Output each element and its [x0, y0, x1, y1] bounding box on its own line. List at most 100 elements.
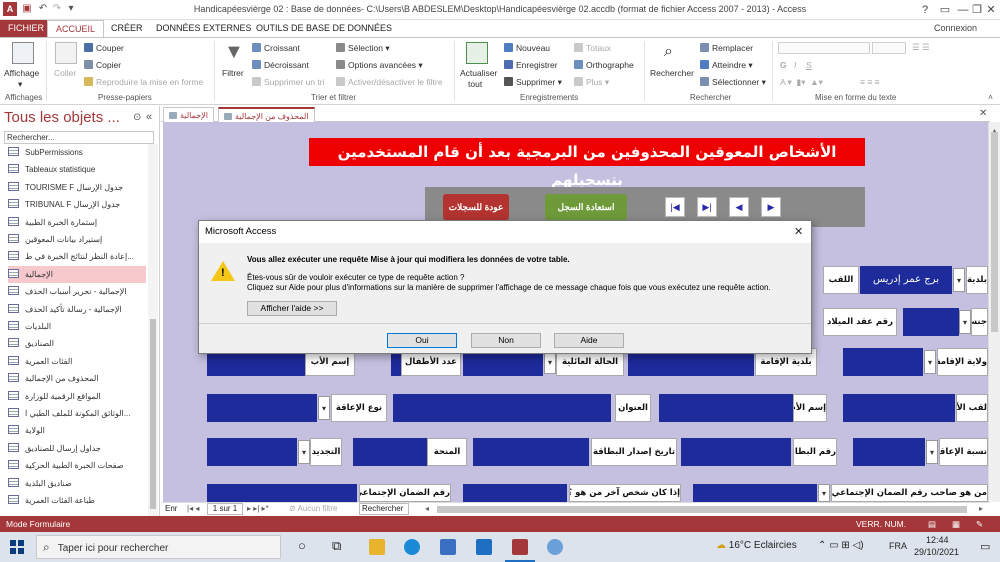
couper-button[interactable]: Couper: [84, 43, 124, 53]
laqab-umm-field[interactable]: [843, 394, 955, 422]
nav-item[interactable]: Tableaux statistique: [8, 161, 146, 178]
tajdid-field[interactable]: [207, 438, 297, 466]
non-button[interactable]: Non: [471, 333, 541, 348]
weather-widget[interactable]: ☁ 16°C Eclaircies: [716, 540, 797, 551]
minha-field[interactable]: [353, 438, 431, 466]
nav-item[interactable]: إستيراد بيانات المعوقين: [8, 231, 146, 248]
jins-dropdown[interactable]: ▾: [959, 310, 971, 334]
next-record-nav-icon[interactable]: ▸ ▸| ▸*: [247, 504, 269, 513]
back-to-records-button[interactable]: عودة للسجلات: [443, 194, 509, 220]
show-help-button[interactable]: Afficher l'aide >>: [247, 301, 337, 316]
tab-donnees-externes[interactable]: DONNÉES EXTERNES: [148, 20, 260, 37]
nav-title[interactable]: Tous les objets ...: [4, 109, 120, 126]
reproduire-button[interactable]: Reproduire la mise en forme: [84, 77, 203, 87]
nav-item[interactable]: طباعة الفئات العمرية: [8, 492, 146, 509]
hscroll-left-icon[interactable]: ◂: [425, 504, 429, 513]
tajdid-dropdown[interactable]: ▾: [298, 440, 310, 464]
nav-item[interactable]: البلديات: [8, 318, 146, 335]
decroissant-button[interactable]: Décroissant: [252, 60, 309, 70]
restore-record-button[interactable]: استعادة السجل: [545, 194, 627, 220]
sahib-dropdown[interactable]: ▾: [818, 484, 830, 502]
tarikh-field[interactable]: [473, 438, 589, 466]
horizontal-scrollbar[interactable]: [437, 506, 967, 513]
edge-icon[interactable]: [404, 539, 420, 555]
nav-item[interactable]: الفئات العمرية: [8, 353, 146, 370]
unwan-field[interactable]: [393, 394, 611, 422]
shakhs-akhar-field[interactable]: [463, 484, 567, 502]
bullets-icon[interactable]: ☰ ☰: [912, 42, 930, 53]
nav-item[interactable]: صناديق البلدية: [8, 475, 146, 492]
filtrer-button[interactable]: Filtrer: [222, 68, 244, 78]
nav-item[interactable]: الولاية: [8, 422, 146, 439]
commune-field[interactable]: برج عمر إدريس: [860, 266, 952, 294]
croissant-button[interactable]: Croissant: [252, 43, 300, 53]
copier-button[interactable]: Copier: [84, 60, 121, 70]
ribbon-display-icon[interactable]: ▭: [936, 2, 954, 18]
rechercher-button[interactable]: Rechercher: [650, 68, 694, 78]
nav-item[interactable]: TRIBUNAL F جدول الإرسال: [8, 196, 146, 213]
clock-time[interactable]: 12:44: [926, 535, 949, 545]
nav-item[interactable]: المحذوف من الإجمالية: [8, 370, 146, 387]
font-size-select[interactable]: [872, 42, 906, 54]
windows-start-icon[interactable]: [10, 540, 24, 554]
first-record-nav-icon[interactable]: |◂ ◂: [187, 504, 199, 513]
tab-creer[interactable]: CRÉER: [103, 20, 151, 37]
connexion-link[interactable]: Connexion: [934, 23, 977, 33]
nav-scrollbar[interactable]: [148, 144, 158, 516]
nav-item[interactable]: جداول إرسال للصناديق: [8, 440, 146, 457]
nav-item[interactable]: SubPermissions: [8, 144, 146, 161]
raqm-aqd-field[interactable]: [903, 308, 937, 336]
nav-menu-icon[interactable]: ⊙: [133, 112, 141, 123]
nav-collapse-icon[interactable]: «: [146, 111, 152, 123]
activer-filtre-button[interactable]: Activer/désactiver le filtre: [336, 77, 442, 87]
close-window-button[interactable]: ✕: [982, 2, 1000, 18]
file-explorer-icon[interactable]: [369, 539, 385, 555]
tray-icons[interactable]: ⌃ ▭ ⊞ ◁): [818, 540, 864, 551]
record-search-input[interactable]: Rechercher: [359, 503, 409, 515]
task-view-icon[interactable]: ⧉: [332, 538, 341, 554]
oui-button[interactable]: Oui: [387, 333, 457, 348]
language-indicator[interactable]: FRA: [889, 541, 907, 551]
design-view-icon[interactable]: ✎: [976, 516, 983, 532]
supprimer-button[interactable]: Supprimer ▾: [504, 77, 562, 88]
hscroll-right-icon[interactable]: ▸: [979, 504, 983, 513]
form-vertical-scrollbar[interactable]: ▲: [988, 122, 1000, 502]
access-taskbar-icon[interactable]: [512, 539, 528, 555]
cortana-icon[interactable]: ○: [298, 538, 306, 553]
actualiser-tout-label[interactable]: tout: [468, 79, 482, 89]
raqm-bitaqa-field[interactable]: [681, 438, 791, 466]
nav-item[interactable]: إعادة النظر لنتائج الخبرة في ط...: [8, 248, 146, 265]
aide-button[interactable]: Aide: [554, 333, 624, 348]
affichage-button[interactable]: Affichage: [4, 68, 39, 78]
nav-item[interactable]: إستمارة الخبرة الطبية: [8, 214, 146, 231]
tab-mahdhuf[interactable]: المحذوف من الإجمالية: [218, 107, 315, 122]
nav-item[interactable]: الإجمالية - رسالة تأكيد الحذف: [8, 301, 146, 318]
collapse-ribbon-icon[interactable]: ˄: [988, 92, 993, 102]
tab-accueil[interactable]: ACCUEIL: [47, 20, 105, 37]
enregistrer-button[interactable]: Enregistrer: [504, 60, 558, 70]
coller-button[interactable]: Coller: [54, 68, 76, 78]
wilaya-iqama-field[interactable]: [843, 348, 923, 376]
nouveau-button[interactable]: Nouveau: [504, 43, 550, 53]
font-color-icon[interactable]: A ▾ ▮▾ ▲▾: [780, 77, 823, 88]
store-icon[interactable]: [440, 539, 456, 555]
totaux-button[interactable]: Totaux: [574, 43, 611, 53]
nav-search-input[interactable]: Rechercher...: [4, 131, 154, 144]
affichage-dropdown-icon[interactable]: ▾: [18, 79, 22, 90]
atteindre-button[interactable]: Atteindre ▾: [700, 60, 753, 71]
first-record-button[interactable]: |◀: [665, 197, 685, 217]
supprimer-tri-button[interactable]: Supprimer un tri: [252, 77, 324, 87]
prev-record-button[interactable]: ◀: [729, 197, 749, 217]
record-position-field[interactable]: 1 sur 1: [207, 503, 243, 515]
layout-view-icon[interactable]: ▦: [952, 516, 960, 532]
underline-icon[interactable]: S: [806, 60, 812, 70]
nav-item[interactable]: الوثائق المكونة للملف الطبي ا...: [8, 405, 146, 422]
nav-item[interactable]: الإجمالية - تحرير أسباب الحذف: [8, 283, 146, 300]
last-record-button[interactable]: ▶|: [697, 197, 717, 217]
sahib-field[interactable]: [693, 484, 817, 502]
mail-icon[interactable]: [476, 539, 492, 555]
nisba-dropdown[interactable]: ▾: [926, 440, 938, 464]
tab-outils-bdd[interactable]: OUTILS DE BASE DE DONNÉES: [248, 20, 400, 37]
tab-ijmaliya[interactable]: الإجمالية: [163, 107, 214, 122]
commune-dropdown[interactable]: ▾: [953, 268, 965, 292]
